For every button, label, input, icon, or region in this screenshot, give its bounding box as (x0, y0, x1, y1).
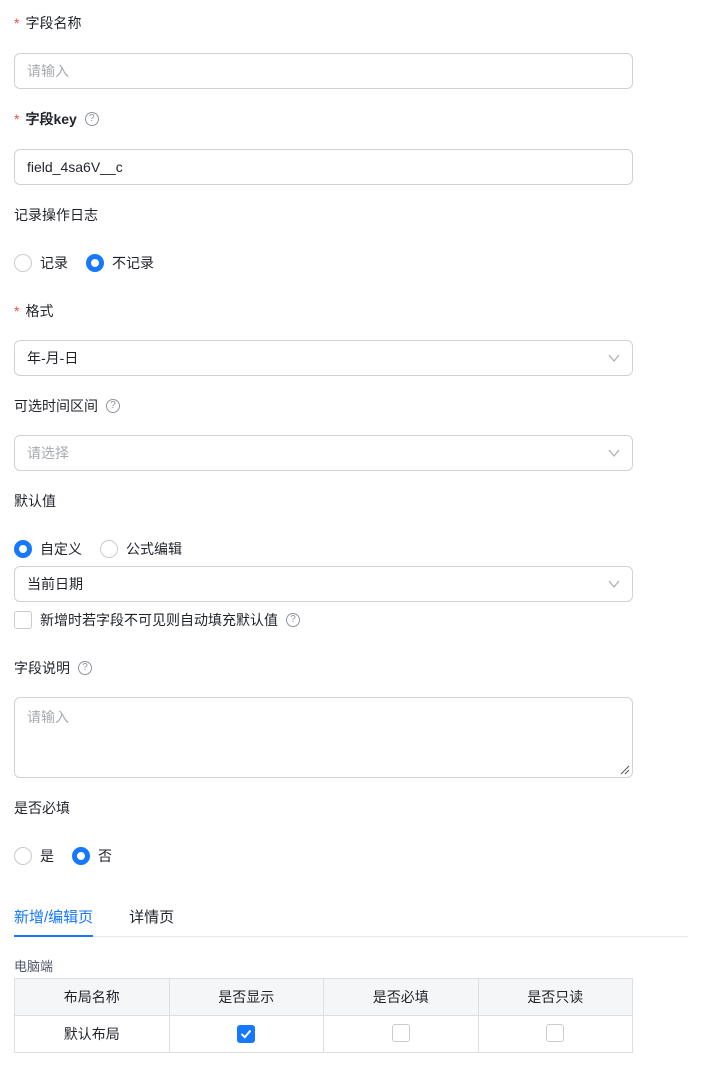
default-value-select[interactable]: 当前日期 (14, 566, 633, 602)
default-radio-formula[interactable]: 公式编辑 (100, 539, 182, 559)
radio-label: 公式编辑 (126, 541, 182, 557)
field-name-placeholder: 请输入 (27, 63, 69, 79)
required-radio-no[interactable]: 否 (72, 846, 112, 866)
required-radio-yes[interactable]: 是 (14, 846, 54, 866)
field-name-input[interactable]: 请输入 (14, 53, 633, 89)
description-label-text: 字段说明 (14, 660, 70, 676)
layout-section-title: 电脑端 (14, 959, 54, 974)
chevron-down-icon (608, 449, 620, 457)
autofill-label: 新增时若字段不可见则自动填充默认值 (40, 612, 278, 628)
field-key-input[interactable]: field_4sa6V__c (14, 149, 633, 185)
layout-table: 布局名称 是否显示 是否必填 是否只读 默认布局 (14, 978, 633, 1053)
field-key-label-text: 字段key (25, 111, 77, 127)
column-header: 是否必填 (323, 978, 479, 1016)
time-range-label: 可选时间区间 ? (14, 396, 120, 416)
tab-detail[interactable]: 详情页 (129, 903, 174, 936)
format-value: 年-月-日 (27, 350, 79, 366)
column-header: 是否只读 (477, 978, 633, 1016)
time-range-select[interactable]: 请选择 (14, 435, 633, 471)
field-name-label-text: 字段名称 (25, 15, 82, 31)
required-radio-group: 是 否 (14, 846, 130, 866)
format-label: * 格式 (14, 301, 53, 321)
tab-add-edit[interactable]: 新增/编辑页 (14, 903, 94, 937)
help-icon[interactable]: ? (84, 112, 99, 126)
required-mark: * (14, 111, 20, 127)
show-checkbox[interactable] (237, 1025, 256, 1043)
column-header: 是否显示 (168, 978, 324, 1016)
default-value-label: 默认值 (14, 491, 56, 511)
required-checkbox[interactable] (391, 1023, 410, 1042)
readonly-checkbox[interactable] (546, 1023, 565, 1042)
format-label-text: 格式 (25, 303, 54, 319)
field-key-value: field_4sa6V__c (27, 159, 123, 175)
description-textarea[interactable]: 请输入 (14, 697, 633, 778)
radio-label: 否 (98, 848, 112, 864)
column-header: 布局名称 (14, 978, 170, 1016)
show-cell (168, 1015, 324, 1053)
help-icon[interactable]: ? (78, 661, 92, 675)
autofill-checkbox[interactable] (14, 611, 32, 629)
chevron-down-icon (608, 580, 620, 588)
format-select[interactable]: 年-月-日 (14, 340, 633, 376)
log-label-text: 记录操作日志 (14, 207, 98, 223)
field-key-label: * 字段key ? (14, 109, 99, 129)
default-value-radio-group: 自定义 公式编辑 (14, 539, 200, 559)
field-name-label: * 字段名称 (14, 13, 81, 33)
radio-label: 是 (40, 848, 54, 864)
radio-selected-icon (86, 254, 104, 272)
required-cell (323, 1015, 479, 1053)
check-icon (241, 1029, 252, 1039)
log-label: 记录操作日志 (14, 205, 98, 225)
required-label-text: 是否必填 (14, 800, 70, 816)
help-icon[interactable]: ? (286, 613, 300, 627)
required-mark: * (14, 15, 20, 31)
help-icon[interactable]: ? (106, 399, 120, 413)
description-label: 字段说明 ? (14, 658, 92, 678)
radio-circle-icon (100, 540, 118, 558)
time-range-label-text: 可选时间区间 (14, 398, 98, 414)
radio-label: 记录 (40, 255, 68, 271)
radio-circle-icon (14, 254, 32, 272)
log-radio-no-record[interactable]: 不记录 (86, 253, 154, 273)
layout-name-cell: 默认布局 (14, 1015, 170, 1053)
readonly-cell (477, 1015, 633, 1053)
default-value-label-text: 默认值 (14, 493, 56, 509)
default-value-value: 当前日期 (27, 576, 83, 592)
chevron-down-icon (608, 354, 620, 362)
radio-selected-icon (14, 540, 32, 558)
radio-label: 不记录 (112, 255, 154, 271)
log-radio-record[interactable]: 记录 (14, 253, 68, 273)
table-row: 默认布局 (14, 1015, 633, 1053)
resize-grip-icon[interactable] (620, 765, 630, 775)
time-range-placeholder: 请选择 (27, 445, 69, 461)
log-radio-group: 记录 不记录 (14, 253, 172, 273)
required-mark: * (14, 303, 20, 319)
default-radio-custom[interactable]: 自定义 (14, 539, 82, 559)
radio-selected-icon (72, 847, 90, 865)
autofill-row: 新增时若字段不可见则自动填充默认值 ? (14, 610, 300, 630)
required-label: 是否必填 (14, 798, 70, 818)
radio-label: 自定义 (40, 541, 82, 557)
description-placeholder: 请输入 (27, 709, 69, 725)
page-tabs: 新增/编辑页 详情页 (14, 903, 688, 937)
table-header-row: 布局名称 是否显示 是否必填 是否只读 (14, 978, 633, 1016)
radio-circle-icon (14, 847, 32, 865)
